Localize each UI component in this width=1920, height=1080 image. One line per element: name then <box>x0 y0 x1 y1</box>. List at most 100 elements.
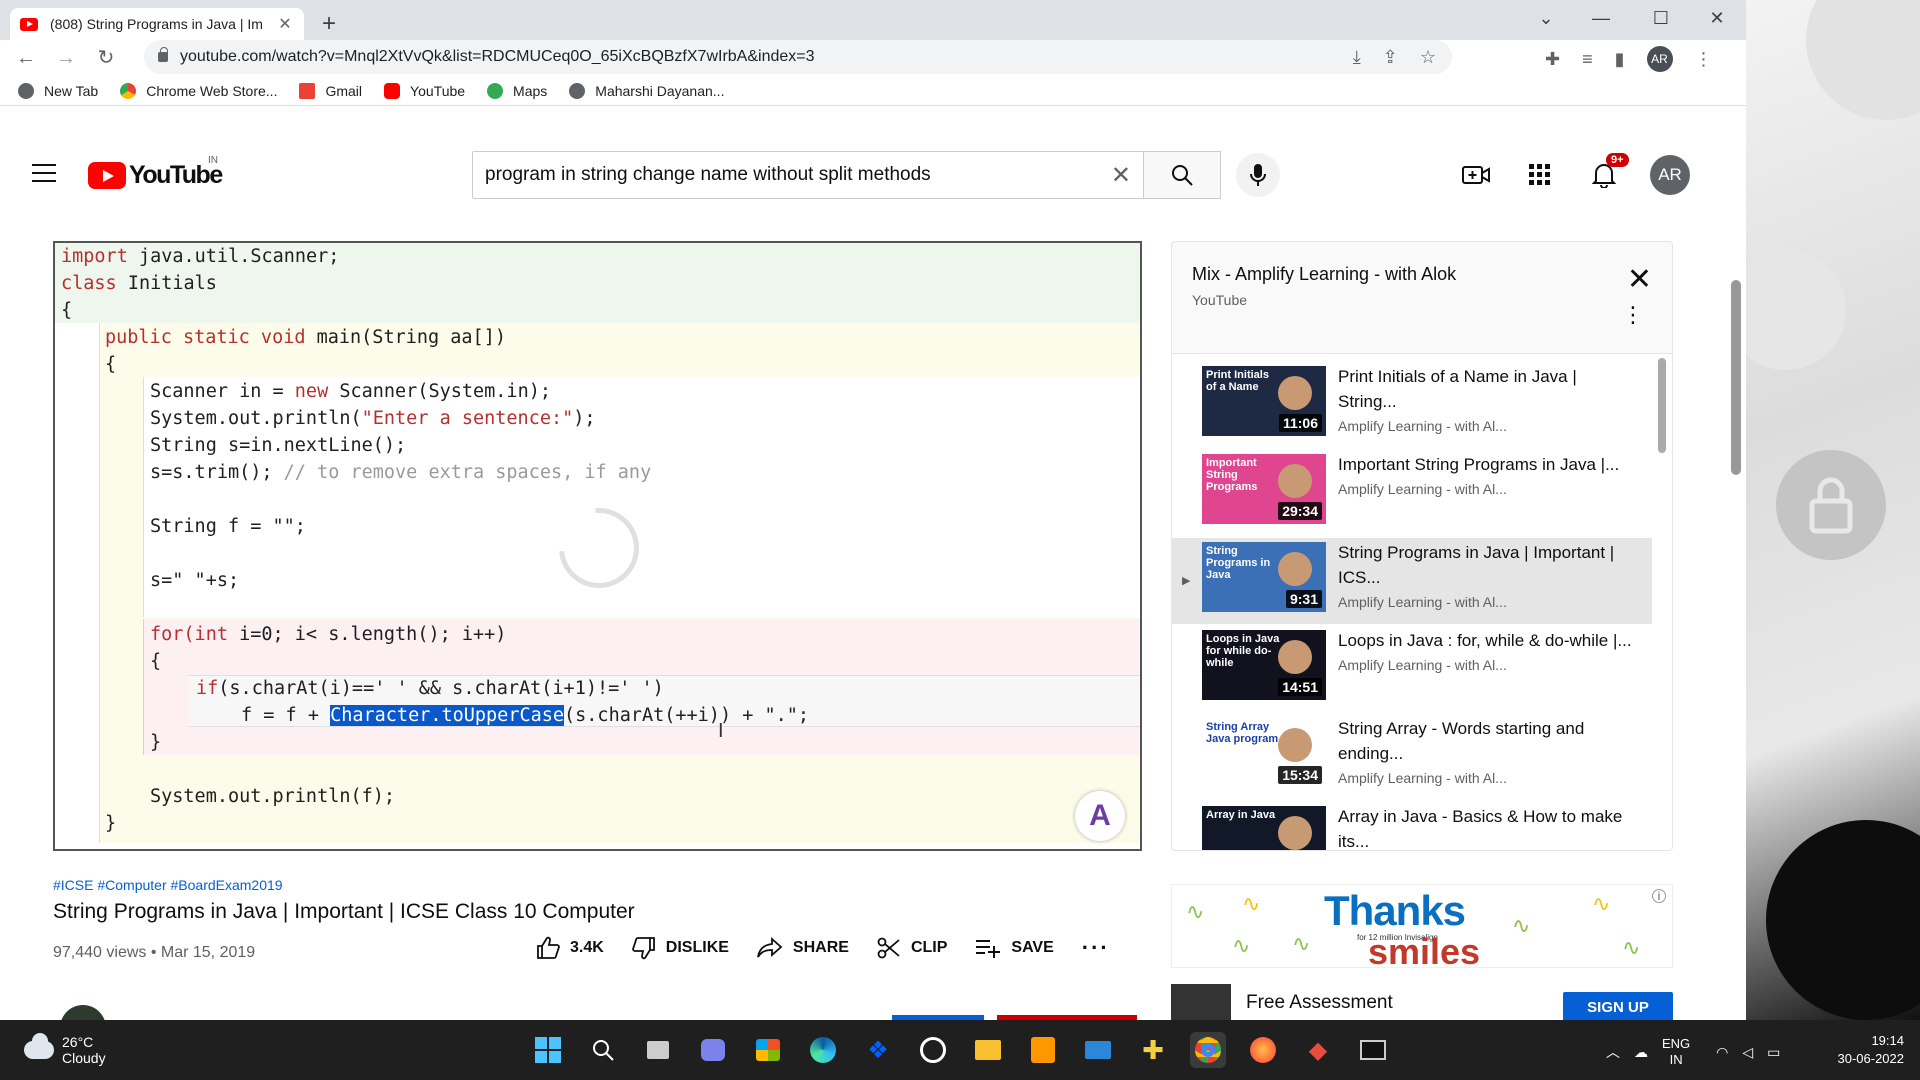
clear-search-icon[interactable]: ✕ <box>1111 161 1131 190</box>
voice-search-button[interactable] <box>1236 153 1280 197</box>
app-icon[interactable]: ◆ <box>1300 1032 1336 1068</box>
playlist-item[interactable]: String Array Java program 15:34 String Arr… <box>1172 714 1652 800</box>
promoted-ad[interactable]: Free Assessment SIGN UP <box>1171 984 1673 1020</box>
firefox-icon[interactable] <box>1245 1032 1281 1068</box>
playlist-item[interactable]: ▶ String Programs in Java 9:31 String Progr… <box>1172 538 1652 624</box>
file-explorer-icon[interactable] <box>970 1032 1006 1068</box>
close-window-button[interactable]: ✕ <box>1702 8 1732 29</box>
video-thumbnail[interactable]: Print Initials of a Name 11:06 <box>1202 366 1326 436</box>
search-button[interactable] <box>1143 151 1221 199</box>
address-bar[interactable]: youtube.com/watch?v=Mnql2XtVvQk&list=RDC… <box>144 40 1452 74</box>
gmail-icon <box>299 82 316 99</box>
reload-button[interactable]: ↻ <box>94 46 118 70</box>
windows-start-icon[interactable] <box>530 1032 566 1068</box>
playlist-item-title: Print Initials of a Name in Java | Strin… <box>1338 367 1577 411</box>
bookmark-new-tab[interactable]: New Tab <box>18 82 98 99</box>
system-clock[interactable]: 19:14 30-06-2022 <box>1824 1032 1905 1068</box>
battery-icon[interactable]: ▭ <box>1767 1044 1780 1061</box>
tab-bar: (808) String Programs in Java | Im ✕ + ⌄… <box>0 0 1746 40</box>
profile-avatar[interactable]: AR <box>1646 46 1673 72</box>
code-line: { <box>150 651 162 672</box>
playlist-item[interactable]: Important String Programs 29:34 Important … <box>1172 450 1652 536</box>
presenter-image <box>1278 376 1312 410</box>
playlist-item[interactable]: Array in Java Array in Java - Basics & Ho… <box>1172 802 1652 850</box>
sign-up-button[interactable]: SIGN UP <box>1563 992 1673 1020</box>
video-thumbnail[interactable]: Loops in Java for while do-while 14:51 <box>1202 630 1326 700</box>
chrome-browser-icon[interactable] <box>1190 1032 1226 1068</box>
teams-chat-icon[interactable] <box>695 1032 731 1068</box>
user-avatar[interactable]: AR <box>1650 155 1690 195</box>
weather-widget[interactable]: 26°C Cloudy <box>24 1033 106 1066</box>
bookmark-gmail[interactable]: Gmail <box>299 82 362 99</box>
youtube-icon <box>384 82 401 99</box>
youtube-logo[interactable]: YouTube IN <box>88 155 223 190</box>
notifications-bell-icon[interactable]: 9+ <box>1590 153 1629 189</box>
extensions-icon[interactable]: ✚ <box>1545 49 1560 70</box>
video-thumbnail[interactable]: Important String Programs 29:34 <box>1202 454 1326 524</box>
maximize-button[interactable]: ☐ <box>1646 8 1676 29</box>
hamburger-menu-icon[interactable] <box>32 164 56 182</box>
ad-info-icon[interactable]: i <box>1652 889 1666 903</box>
share-icon[interactable]: ⇪ <box>1383 47 1398 68</box>
dropbox-icon[interactable]: ❖ <box>860 1032 896 1068</box>
back-button[interactable]: ← <box>14 46 38 70</box>
video-thumbnail[interactable]: Array in Java <box>1202 806 1326 850</box>
playlist-title[interactable]: Mix - Amplify Learning - with Alok <box>1192 264 1456 285</box>
playlist-item[interactable]: Loops in Java for while do-while 14:51 Loo… <box>1172 626 1652 712</box>
create-video-icon[interactable] <box>1462 161 1490 189</box>
share-button[interactable]: SHARE <box>757 937 849 959</box>
playlist-item[interactable]: Print Initials of a Name 11:06 Print Initi… <box>1172 362 1652 448</box>
search-icon[interactable] <box>585 1032 621 1068</box>
playlist-scrollbar[interactable] <box>1658 358 1666 453</box>
app-icon[interactable] <box>915 1032 951 1068</box>
playlist-item-title: String Programs in Java | Important | IC… <box>1338 543 1615 587</box>
presenter-image <box>1278 816 1312 850</box>
video-player[interactable]: import java.util.Scanner; class Initials… <box>53 241 1142 851</box>
playlist-more-icon[interactable]: ⋮ <box>1622 304 1644 326</box>
more-actions-icon[interactable]: ··· <box>1082 935 1110 961</box>
install-app-icon[interactable]: ⤓ <box>1353 47 1361 68</box>
task-view-icon[interactable] <box>640 1032 676 1068</box>
browser-tab[interactable]: (808) String Programs in Java | Im ✕ <box>10 8 304 40</box>
ad-banner[interactable]: ∿ ∿ ∿ ∿ ∿ ∿ ∿ Thanks for 12 million Invi… <box>1171 884 1673 968</box>
bookmark-maharshi[interactable]: Maharshi Dayanan... <box>569 82 724 99</box>
page-scrollbar[interactable] <box>1731 280 1741 475</box>
bookmark-star-icon[interactable]: ☆ <box>1420 47 1436 68</box>
menu-icon[interactable]: ⋮ <box>1695 49 1713 70</box>
app-icon[interactable]: ✚ <box>1135 1032 1171 1068</box>
save-button[interactable]: SAVE <box>975 938 1054 958</box>
side-panel-icon[interactable]: ▮ <box>1615 49 1625 70</box>
code-line: class Initials <box>61 273 217 294</box>
channel-watermark-icon[interactable]: A <box>1075 791 1125 841</box>
channel-avatar[interactable] <box>60 1005 106 1020</box>
new-tab-button[interactable]: + <box>322 12 336 36</box>
language-indicator[interactable]: ENG IN <box>1662 1036 1690 1068</box>
bookmark-maps[interactable]: Maps <box>487 82 547 99</box>
chevron-up-icon[interactable]: ︿ <box>1606 1042 1620 1062</box>
close-tab-icon[interactable]: ✕ <box>276 14 294 34</box>
clip-button[interactable]: CLIP <box>877 936 947 960</box>
volume-icon[interactable]: ◁ <box>1742 1044 1753 1061</box>
minimize-button[interactable]: — <box>1586 8 1616 29</box>
store-icon[interactable] <box>750 1032 786 1068</box>
terminal-icon[interactable] <box>1355 1032 1391 1068</box>
onedrive-cloud-icon[interactable]: ☁ <box>1634 1044 1648 1061</box>
search-input[interactable]: program in string change name without sp… <box>472 151 1144 199</box>
like-button[interactable]: 3.4K <box>536 936 604 960</box>
reading-list-icon[interactable]: ≡ <box>1582 49 1593 70</box>
mail-icon[interactable] <box>1080 1032 1116 1068</box>
dislike-button[interactable]: DISLIKE <box>631 936 729 960</box>
video-thumbnail[interactable]: String Array Java program 15:34 <box>1202 718 1326 788</box>
url-text: youtube.com/watch?v=Mnql2XtVvQk&list=RDC… <box>180 48 815 65</box>
close-playlist-icon[interactable]: ✕ <box>1627 262 1652 297</box>
sublime-text-icon[interactable] <box>1025 1032 1061 1068</box>
apps-grid-icon[interactable] <box>1526 161 1554 189</box>
video-hashtags[interactable]: #ICSE #Computer #BoardExam2019 <box>53 877 283 893</box>
tab-search-icon[interactable]: ⌄ <box>1531 8 1561 29</box>
video-thumbnail[interactable]: String Programs in Java 9:31 <box>1202 542 1326 612</box>
bookmark-youtube[interactable]: YouTube <box>384 82 465 99</box>
wifi-icon[interactable]: ◠ <box>1716 1044 1728 1061</box>
edge-browser-icon[interactable] <box>805 1032 841 1068</box>
forward-button[interactable]: → <box>54 46 78 70</box>
bookmark-chrome-web-store[interactable]: Chrome Web Store... <box>120 82 277 99</box>
